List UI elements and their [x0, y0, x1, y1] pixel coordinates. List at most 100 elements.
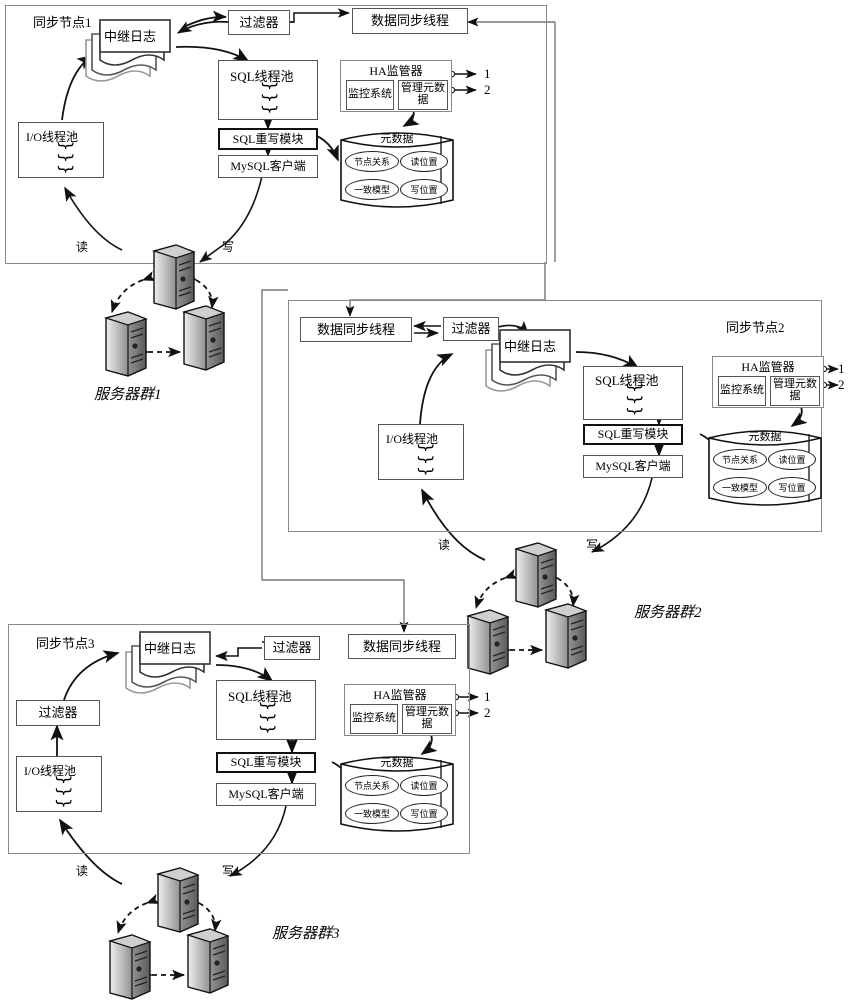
sql-rewrite-n3[interactable]: SQL重写模块 — [216, 752, 316, 773]
monitor-system-n2-label: 监控系统 — [720, 384, 764, 397]
monitor-system-n3-label: 监控系统 — [352, 712, 396, 725]
ha-monitor-n3-title: HA监管器 — [373, 688, 427, 702]
server-c1-right — [172, 304, 228, 381]
io-pool-n1-squiggle-icon: }}} — [55, 140, 76, 176]
meta-item-n1-1[interactable]: 读位置 — [400, 151, 448, 172]
meta-item-n3-3-label: 写位置 — [410, 809, 438, 819]
write-label-c1: 写 — [222, 240, 235, 254]
cluster-1-label: 服务器群1 — [94, 387, 162, 403]
monitor-system-n2[interactable]: 监控系统 — [718, 376, 766, 406]
metadata-n3-label: 元数据 — [380, 757, 414, 769]
sql-pool-n1-squiggle-icon: }}} — [259, 80, 280, 116]
sync-thread-n1[interactable]: 数据同步线程 — [352, 8, 468, 34]
mysql-client-n2-label: MySQL客户端 — [595, 459, 671, 474]
ha-out1-n3-label: 1 — [484, 689, 491, 704]
meta-item-n3-0[interactable]: 节点关系 — [345, 775, 399, 796]
meta-item-n1-0-label: 节点关系 — [353, 157, 390, 167]
meta-item-n2-1-label: 读位置 — [778, 455, 806, 465]
monitor-system-n1[interactable]: 监控系统 — [346, 80, 394, 110]
mysql-client-n3[interactable]: MySQL客户端 — [216, 783, 316, 806]
metadata-n2-label: 元数据 — [748, 431, 782, 443]
meta-item-n3-2-label: 一致模型 — [353, 809, 390, 819]
manage-metadata-n3[interactable]: 管理元数据 — [402, 704, 452, 734]
ha-out2-n2-label: 2 — [838, 377, 845, 392]
meta-item-n2-1[interactable]: 读位置 — [768, 449, 816, 470]
meta-item-n1-3-label: 写位置 — [410, 185, 438, 195]
meta-item-n3-1-label: 读位置 — [410, 781, 438, 791]
ha-monitor-n1[interactable]: HA监管器 监控系统 管理元数据 — [340, 60, 452, 112]
meta-item-n2-2-label: 一致模型 — [721, 483, 758, 493]
meta-item-n2-3[interactable]: 写位置 — [768, 477, 816, 498]
mysql-client-n2[interactable]: MySQL客户端 — [583, 455, 683, 478]
ha-out1-n2-label: 1 — [838, 361, 845, 376]
meta-item-n1-3[interactable]: 写位置 — [400, 179, 448, 200]
cluster-3-label: 服务器群3 — [272, 926, 340, 942]
ha-out2-n1-label: 2 — [484, 82, 491, 97]
meta-item-n2-3-label: 写位置 — [778, 483, 806, 493]
diagram-canvas: 同步节点1 中继日志 过滤器 数据同步线程 I/O线程池 }}} SQL线程池 … — [0, 0, 849, 1000]
sync-thread-n1-label: 数据同步线程 — [370, 13, 449, 29]
sync-node-2-title: 同步节点2 — [726, 320, 785, 335]
manage-metadata-n1-label: 管理元数据 — [401, 82, 445, 106]
server-c2-right — [534, 602, 590, 679]
io-pool-n2-squiggle-icon: }}} — [415, 442, 436, 478]
filter-n1-label: 过滤器 — [239, 14, 279, 30]
filter-n3-right-label: 过滤器 — [272, 640, 312, 656]
sync-thread-n2-label: 数据同步线程 — [316, 321, 395, 337]
read-label-c2: 读 — [438, 538, 451, 552]
ha-out2-n3-label: 2 — [484, 705, 491, 720]
meta-item-n3-2[interactable]: 一致模型 — [345, 803, 399, 824]
manage-metadata-n2[interactable]: 管理元数据 — [770, 376, 820, 406]
write-label-c3: 写 — [222, 864, 235, 878]
meta-item-n3-1[interactable]: 读位置 — [400, 775, 448, 796]
read-label-c1: 读 — [76, 240, 89, 254]
manage-metadata-n3-label: 管理元数据 — [405, 706, 449, 730]
meta-item-n2-0-label: 节点关系 — [721, 455, 758, 465]
sql-pool-n3-squiggle-icon: }}} — [257, 700, 278, 736]
ha-monitor-n1-title: HA监管器 — [369, 64, 423, 78]
mysql-client-n1-label: MySQL客户端 — [230, 159, 306, 174]
meta-item-n1-2-label: 一致模型 — [353, 185, 390, 195]
sql-pool-n2-squiggle-icon: }}} — [624, 382, 645, 418]
sql-rewrite-n3-label: SQL重写模块 — [230, 755, 302, 770]
server-c3-left — [98, 933, 154, 1000]
meta-item-n1-1-label: 读位置 — [410, 157, 438, 167]
write-label-c2: 写 — [586, 538, 599, 552]
sync-node-3-title: 同步节点3 — [36, 636, 95, 651]
sync-thread-n2[interactable]: 数据同步线程 — [300, 317, 412, 342]
ha-out1-n1-label: 1 — [484, 66, 491, 81]
meta-item-n2-2[interactable]: 一致模型 — [713, 477, 767, 498]
meta-item-n1-2[interactable]: 一致模型 — [345, 179, 399, 200]
sync-thread-n3[interactable]: 数据同步线程 — [348, 634, 456, 659]
relay-log-n3-label: 中继日志 — [144, 641, 197, 656]
monitor-system-n1-label: 监控系统 — [348, 88, 392, 101]
sql-rewrite-n1[interactable]: SQL重写模块 — [218, 128, 318, 150]
io-pool-n3-squiggle-icon: }}} — [53, 774, 74, 810]
manage-metadata-n2-label: 管理元数据 — [773, 378, 817, 402]
meta-item-n2-0[interactable]: 节点关系 — [713, 449, 767, 470]
sql-rewrite-n2[interactable]: SQL重写模块 — [583, 424, 683, 445]
meta-item-n3-0-label: 节点关系 — [353, 781, 390, 791]
sync-thread-n3-label: 数据同步线程 — [362, 638, 441, 654]
ha-monitor-n2[interactable]: HA监管器 监控系统 管理元数据 — [712, 356, 824, 408]
meta-item-n1-0[interactable]: 节点关系 — [345, 151, 399, 172]
filter-n3-left-label: 过滤器 — [38, 705, 78, 721]
relay-log-n1-label: 中继日志 — [104, 29, 157, 44]
cluster-2-label: 服务器群2 — [634, 605, 702, 621]
monitor-system-n3[interactable]: 监控系统 — [350, 704, 398, 734]
relay-log-n2-label: 中继日志 — [504, 339, 557, 354]
ha-monitor-n2-title: HA监管器 — [741, 360, 795, 374]
filter-n3-right[interactable]: 过滤器 — [264, 636, 320, 660]
meta-item-n3-3[interactable]: 写位置 — [400, 803, 448, 824]
mysql-client-n1[interactable]: MySQL客户端 — [218, 155, 318, 178]
filter-n1[interactable]: 过滤器 — [228, 10, 290, 35]
server-c1-left — [94, 310, 150, 387]
sql-rewrite-n2-label: SQL重写模块 — [597, 427, 669, 442]
filter-n3-left[interactable]: 过滤器 — [16, 700, 100, 726]
mysql-client-n3-label: MySQL客户端 — [228, 787, 304, 802]
metadata-n1-label: 元数据 — [380, 133, 414, 145]
server-c3-right — [176, 927, 232, 1000]
manage-metadata-n1[interactable]: 管理元数据 — [398, 80, 448, 110]
ha-monitor-n3[interactable]: HA监管器 监控系统 管理元数据 — [344, 684, 456, 736]
sql-rewrite-n1-label: SQL重写模块 — [232, 131, 304, 146]
